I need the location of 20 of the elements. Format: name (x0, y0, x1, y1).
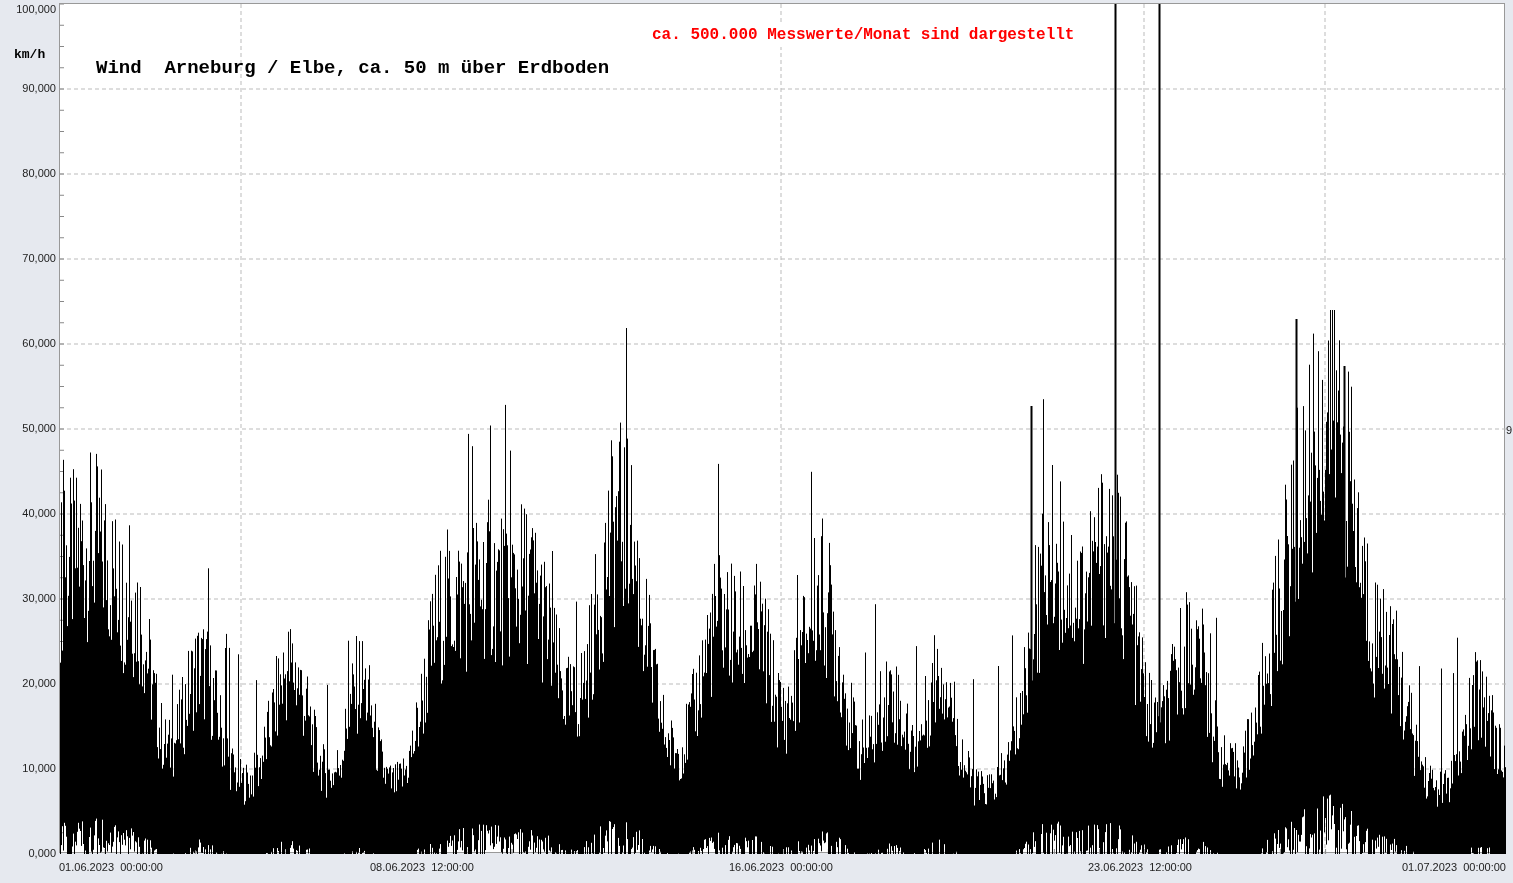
cut-off-axis-label: 9 (1506, 424, 1513, 436)
y-axis-label: 70,000 (22, 252, 56, 264)
y-axis-unit: km/h (14, 46, 46, 64)
x-axis-label: 16.06.2023 00:00:00 (729, 861, 833, 873)
y-axis-label: 20,000 (22, 677, 56, 689)
x-axis-label: 23.06.2023 12:00:00 (1088, 861, 1192, 873)
y-axis-label: 90,000 (22, 82, 56, 94)
x-axis-label: 08.06.2023 12:00:00 (370, 861, 474, 873)
y-axis-label: 60,000 (22, 337, 56, 349)
y-axis-label: 10,000 (22, 762, 56, 774)
y-axis-label: 30,000 (22, 592, 56, 604)
y-axis-label: 0,000 (28, 847, 56, 859)
y-axis-label: 80,000 (22, 167, 56, 179)
chart-note: ca. 500.000 Messwerte/Monat sind dargestellt (652, 23, 1075, 47)
x-axis-label: 01.07.2023 00:00:00 (1402, 861, 1506, 873)
y-axis-label: 50,000 (22, 422, 56, 434)
x-axis-label: 01.06.2023 00:00:00 (59, 861, 163, 873)
y-axis-label: 100,000 (16, 3, 56, 15)
y-axis-label: 40,000 (22, 507, 56, 519)
chart-title: Wind Arneburg / Elbe, ca. 50 m über Erdboden (96, 56, 610, 81)
